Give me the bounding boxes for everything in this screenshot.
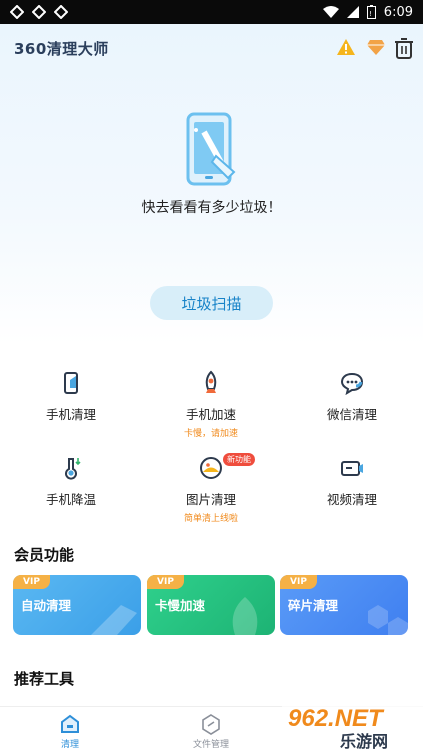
wifi-icon <box>322 6 339 18</box>
file-manager-icon <box>202 714 220 735</box>
vip-card-label: 自动清理 <box>21 598 72 613</box>
vip-card-auto-clean[interactable]: VIP 自动清理 <box>13 575 141 635</box>
app-title: 360清理大师 <box>14 40 109 58</box>
hexagon-icon <box>368 605 408 635</box>
trash-icon[interactable] <box>394 37 414 59</box>
broom-icon <box>91 605 137 635</box>
home-clean-icon <box>61 714 79 733</box>
vip-tag: VIP <box>280 575 317 589</box>
tool-label: 手机降温 <box>45 492 96 507</box>
tool-video-clean[interactable]: 视频清理 <box>282 455 422 508</box>
phone-icon <box>64 372 78 394</box>
diamond-icon[interactable] <box>366 38 386 56</box>
status-bar: ! 6:09 <box>0 0 423 24</box>
nav-tab-label: 文件管理 <box>192 740 229 750</box>
watermark-text-main: 962.NET <box>288 705 385 732</box>
video-icon <box>341 461 363 476</box>
tool-phone-boost[interactable]: 手机加速 卡慢，请加速 <box>141 370 281 439</box>
nav-tab-label: 清理 <box>60 740 79 750</box>
notification-icon <box>10 5 24 19</box>
tool-sublabel: 卡慢，请加速 <box>183 429 238 439</box>
signal-icon <box>346 6 359 18</box>
vip-tag: VIP <box>147 575 184 589</box>
tool-label: 视频清理 <box>326 492 377 507</box>
tool-label: 微信清理 <box>326 407 377 422</box>
phone-clean-icon <box>186 112 236 186</box>
tool-wechat-clean[interactable]: 微信清理 <box>282 370 422 423</box>
new-feature-badge: 新功能 <box>223 453 255 466</box>
recommend-section-title: 推荐工具 <box>14 670 75 688</box>
chat-bubble-icon <box>340 372 364 396</box>
tool-label: 手机清理 <box>45 407 96 422</box>
watermark-logo: 962.NET 乐游网 <box>282 702 423 752</box>
vip-card-speed-up[interactable]: VIP 卡慢加速 <box>147 575 275 635</box>
tool-photo-clean[interactable]: 新功能 图片清理 简单清上线啦 <box>141 453 281 524</box>
vip-card-label: 卡慢加速 <box>155 598 206 613</box>
tool-phone-clean[interactable]: 手机清理 <box>1 370 141 423</box>
junk-scan-button[interactable]: 垃圾扫描 <box>150 286 273 320</box>
nav-tab-clean[interactable]: 清理 <box>25 713 115 750</box>
vip-card-label: 碎片清理 <box>288 598 339 613</box>
tool-label: 图片清理 <box>185 492 236 507</box>
status-system: ! 6:09 <box>322 4 413 20</box>
watermark-text-sub: 乐游网 <box>340 732 388 751</box>
tool-phone-cool[interactable]: 手机降温 <box>1 455 141 508</box>
vip-tag: VIP <box>13 575 50 589</box>
notification-icon <box>32 5 46 19</box>
tool-sublabel: 简单清上线啦 <box>183 514 238 524</box>
svg-text:!: ! <box>369 10 372 18</box>
battery-icon: ! <box>366 5 376 19</box>
status-notifications <box>10 5 68 19</box>
member-section-title: 会员功能 <box>14 546 75 564</box>
rocket-icon <box>232 597 258 635</box>
status-time: 6:09 <box>383 4 413 20</box>
warning-icon[interactable] <box>336 38 356 56</box>
rocket-icon <box>205 370 217 393</box>
photo-icon <box>200 457 222 479</box>
nav-tab-file-manager[interactable]: 文件管理 <box>166 713 256 750</box>
tool-label: 手机加速 <box>185 407 236 422</box>
hero-message: 快去看看有多少垃圾！ <box>141 200 282 216</box>
vip-card-fragment-clean[interactable]: VIP 碎片清理 <box>280 575 408 635</box>
notification-icon <box>54 5 68 19</box>
thermometer-icon <box>65 458 81 480</box>
